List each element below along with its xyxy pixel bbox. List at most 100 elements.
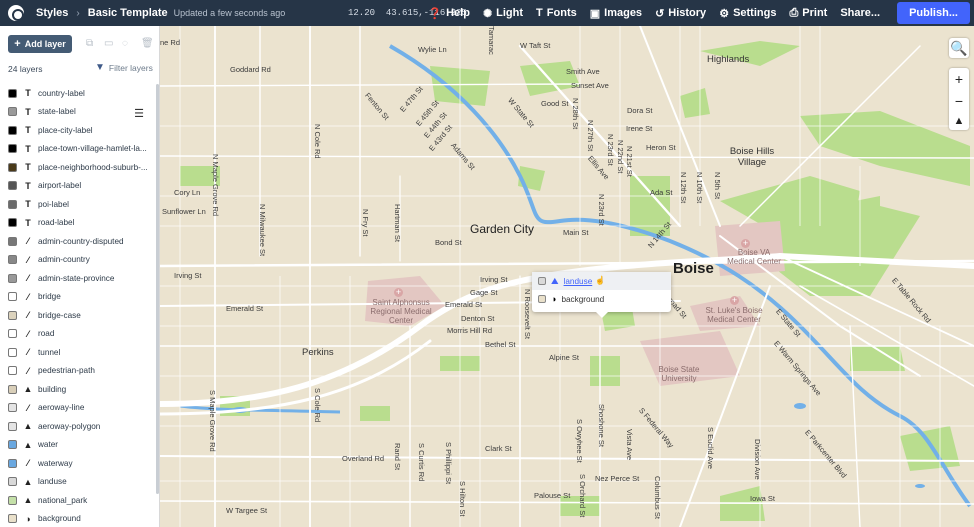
map-label-boise-hills-village: Boise Hills Village: [729, 146, 775, 168]
help-button[interactable]: ❓ Help: [428, 7, 470, 20]
add-layer-button[interactable]: + Add layer: [8, 35, 72, 53]
map-label-s-hilton-st: S Hilton St: [458, 481, 467, 517]
map-label-n-10th-st: N 10th St: [695, 172, 704, 204]
popup-row-background[interactable]: ◑ background: [532, 290, 671, 308]
layer-name: background: [38, 514, 81, 524]
line-layer-icon: ⁄: [27, 291, 29, 302]
layer-item[interactable]: ◑ background: [0, 510, 154, 527]
map-search-button[interactable]: 🔍: [949, 38, 969, 58]
delete-icon[interactable]: 🗑: [141, 38, 154, 49]
light-button[interactable]: ✺ Light: [483, 7, 523, 20]
hide-icon[interactable]: ◌: [122, 38, 128, 49]
layer-item[interactable]: ⁄ admin-state-province: [0, 269, 154, 288]
layer-item[interactable]: Tplace-city-label: [0, 121, 154, 140]
layer-color-swatch: [8, 292, 17, 302]
top-nav: ❓ Help ✺ Light T Fonts ▣ Images ↺ History ⚙ Se…: [428, 0, 974, 26]
layer-item[interactable]: Tpoi-label: [0, 195, 154, 214]
layer-list-scrollbar[interactable]: [156, 84, 159, 494]
share-button[interactable]: Share...: [840, 7, 880, 19]
search-icon: 🔍: [950, 39, 968, 56]
layer-color-swatch: [8, 181, 17, 191]
map-label-alpine-st: Alpine St: [549, 353, 580, 362]
layer-name: poi-label: [38, 199, 69, 209]
filter-icon: ▼: [95, 62, 105, 73]
settings-button[interactable]: ⚙ Settings: [719, 7, 776, 20]
folder-icon[interactable]: ▭: [104, 38, 113, 49]
layer-item[interactable]: ▲ landuse: [0, 473, 154, 492]
layer-item[interactable]: ▲ water: [0, 436, 154, 455]
map-label-morris-hill-rd: Morris Hill Rd: [447, 326, 492, 335]
symbol-layer-icon: T: [25, 162, 31, 173]
layer-item[interactable]: ▲ building: [0, 380, 154, 399]
layer-name: country-label: [38, 88, 85, 98]
map-label-boise-va: Boise VA Medical Center: [727, 248, 781, 266]
history-button[interactable]: ↺ History: [655, 7, 706, 20]
layer-color-swatch: [8, 310, 17, 320]
layer-item[interactable]: ⁄ admin-country-disputed: [0, 232, 154, 251]
top-bar: Styles › Basic Template Updated a few se…: [0, 0, 974, 26]
layer-name: pedestrian-path: [38, 366, 95, 376]
map-label-s-orchard-st: S Orchard St: [578, 474, 587, 518]
layer-name: place-town-village-hamlet-la...: [38, 144, 147, 154]
map-label-n-5th-st: N 5th St: [713, 172, 722, 200]
line-layer-icon: ⁄: [27, 254, 29, 265]
layer-name: admin-state-province: [38, 273, 115, 283]
layer-name: road: [38, 329, 55, 339]
map-label-nez-perce-st: Nez Perce St: [595, 474, 640, 483]
print-button[interactable]: ⎙ Print: [789, 7, 827, 20]
layer-name: admin-country-disputed: [38, 236, 124, 246]
layer-color-swatch: [8, 125, 17, 135]
images-button[interactable]: ▣ Images: [590, 7, 642, 20]
layer-item[interactable]: ▲ national_park: [0, 491, 154, 510]
popup-swatch: [538, 295, 546, 303]
zoom-in-icon[interactable]: +: [955, 71, 963, 87]
layer-item[interactable]: ⁄ bridge-case: [0, 306, 154, 325]
image-icon: ▣: [589, 7, 601, 20]
layer-item[interactable]: ⁄ admin-country: [0, 251, 154, 270]
map-label-bethel-st: Bethel St: [485, 340, 516, 349]
popup-row-landuse[interactable]: ⛰ landuse ☝: [532, 272, 671, 290]
filter-layers-button[interactable]: ▼ Filter layers: [95, 62, 153, 73]
map-label-n-cole-rd: N Cole Rd: [313, 124, 322, 159]
style-name[interactable]: Basic Template: [88, 7, 168, 19]
layer-color-swatch: [8, 384, 17, 394]
fonts-button[interactable]: T Fonts: [536, 7, 577, 19]
fill-icon: ⛰: [551, 275, 559, 286]
layer-color-swatch: [8, 366, 17, 376]
map-label-n-fry-st: N Fry St: [361, 209, 370, 237]
zoom-controls: + − ▲: [949, 68, 969, 130]
layer-name: aeroway-line: [38, 403, 85, 413]
compass-icon[interactable]: ▲: [954, 115, 965, 127]
layer-item[interactable]: ▲ aeroway-polygon: [0, 417, 154, 436]
layer-count: 24 layers: [8, 64, 43, 74]
fill-layer-icon: ▲: [23, 495, 33, 506]
duplicate-icon[interactable]: ⧉: [86, 38, 93, 49]
layer-item[interactable]: Tplace-neighborhood-suburb-...: [0, 158, 154, 177]
layer-item[interactable]: Tstate-label ☰: [0, 103, 154, 122]
layer-item[interactable]: ⁄ road: [0, 325, 154, 344]
layer-item[interactable]: Tairport-label: [0, 177, 154, 196]
layer-item[interactable]: Troad-label: [0, 214, 154, 233]
publish-button[interactable]: Publish...: [897, 2, 970, 24]
plus-icon: +: [14, 38, 21, 50]
layer-item[interactable]: Tplace-town-village-hamlet-la...: [0, 140, 154, 159]
layer-item[interactable]: ⁄ pedestrian-path: [0, 362, 154, 381]
layer-color-swatch: [8, 273, 17, 283]
layer-name: national_park: [38, 495, 88, 505]
map-label-shoshone-st: Shoshone St: [597, 404, 606, 447]
layer-item[interactable]: ⁄ bridge: [0, 288, 154, 307]
logo-icon[interactable]: [8, 5, 24, 21]
layer-item[interactable]: ⁄ aeroway-line: [0, 399, 154, 418]
map-label-denton-st: Denton St: [461, 314, 495, 323]
pointer-icon: ☝: [595, 276, 606, 285]
layer-name: water: [38, 440, 59, 450]
breadcrumb-styles[interactable]: Styles: [36, 7, 68, 19]
layer-item[interactable]: Tcountry-label: [0, 84, 154, 103]
fill-layer-icon: ▲: [23, 384, 33, 395]
layer-item[interactable]: ⁄ tunnel: [0, 343, 154, 362]
layer-item[interactable]: ⁄ waterway: [0, 454, 154, 473]
zoom-out-icon[interactable]: −: [955, 93, 963, 109]
map-label-boise-state: Boise State University: [658, 365, 700, 383]
drag-handle-icon[interactable]: ☰: [134, 107, 144, 120]
hospital-icon: +: [741, 238, 750, 248]
